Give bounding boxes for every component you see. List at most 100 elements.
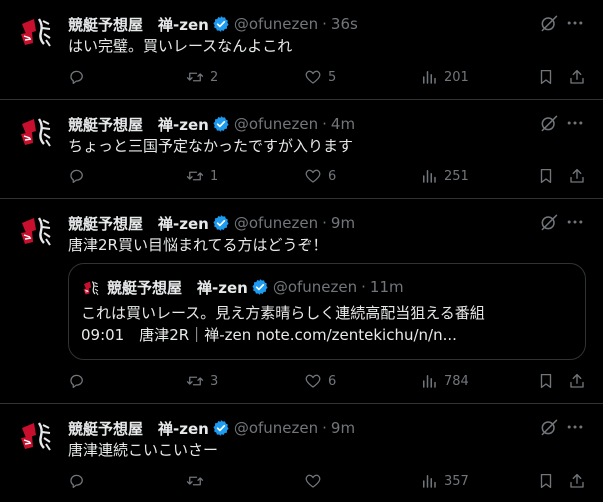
tweet-actions: 357 — [68, 470, 587, 492]
bookmark-icon — [537, 372, 555, 390]
more-options-icon[interactable] — [565, 13, 585, 33]
tweet-actions: 3 6 784 — [68, 370, 587, 392]
reply-button[interactable] — [68, 66, 86, 88]
verified-badge-icon — [212, 419, 230, 437]
more-options-icon[interactable] — [565, 417, 585, 437]
author-name[interactable]: 競艇予想屋 禅-zen — [68, 418, 209, 439]
grok-icon[interactable] — [539, 113, 559, 133]
like-button[interactable]: 5 — [304, 66, 336, 88]
reply-button[interactable] — [68, 165, 86, 187]
tweet-timestamp[interactable]: 36s — [331, 15, 358, 33]
verified-badge-icon — [212, 15, 230, 33]
retweet-button[interactable]: 2 — [186, 66, 218, 88]
author-name[interactable]: 競艇予想屋 禅-zen — [68, 14, 209, 35]
author-handle[interactable]: @ofunezen — [234, 15, 318, 33]
reply-button[interactable] — [68, 370, 86, 392]
share-button[interactable] — [568, 370, 586, 392]
share-button[interactable] — [568, 470, 586, 492]
grok-icon[interactable] — [539, 13, 559, 33]
separator-dot: · — [361, 278, 366, 296]
views-icon — [420, 472, 438, 490]
retweet-count: 1 — [210, 168, 219, 184]
retweet-count: 3 — [210, 373, 219, 389]
tweet-header: 競艇予想屋 禅-zen @ofunezen · 9m — [68, 212, 523, 234]
retweet-icon — [186, 372, 204, 390]
author-handle[interactable]: @ofunezen — [234, 419, 318, 437]
share-icon — [568, 472, 586, 490]
author-handle[interactable]: @ofunezen — [234, 115, 318, 133]
avatar[interactable] — [16, 12, 56, 52]
views-count: 357 — [444, 473, 469, 489]
avatar[interactable] — [16, 112, 56, 152]
bookmark-icon — [537, 68, 555, 86]
share-button[interactable] — [568, 66, 586, 88]
views-button[interactable]: 251 — [420, 165, 469, 187]
reply-icon — [68, 372, 86, 390]
like-button[interactable] — [304, 470, 328, 492]
quoted-text-line: 09:01 唐津2R｜禅-zen note.com/zentekichu/n/n… — [81, 326, 457, 344]
verified-badge-icon — [212, 214, 230, 232]
tweet[interactable]: 競艇予想屋 禅-zen @ofunezen · 36s はい完璧。買いレースなん… — [0, 0, 603, 100]
views-count: 784 — [444, 373, 469, 389]
bookmark-button[interactable] — [537, 165, 555, 187]
retweet-button[interactable] — [186, 470, 210, 492]
bookmark-button[interactable] — [537, 370, 555, 392]
share-icon — [568, 372, 586, 390]
quoted-avatar — [81, 278, 101, 298]
like-icon — [304, 167, 322, 185]
tweet-header: 競艇予想屋 禅-zen @ofunezen · 4m — [68, 113, 523, 135]
reply-icon — [68, 167, 86, 185]
tweet-text: はい完璧。買いレースなんよこれ — [68, 37, 293, 55]
reply-button[interactable] — [68, 470, 86, 492]
views-button[interactable]: 357 — [420, 470, 469, 492]
bookmark-icon — [537, 167, 555, 185]
bookmark-button[interactable] — [537, 66, 555, 88]
views-button[interactable]: 201 — [420, 66, 469, 88]
views-button[interactable]: 784 — [420, 370, 469, 392]
retweet-button[interactable]: 3 — [186, 370, 218, 392]
quoted-timestamp: 11m — [369, 278, 404, 296]
like-count: 5 — [328, 69, 337, 85]
grok-icon[interactable] — [539, 417, 559, 437]
verified-badge-icon — [251, 278, 269, 296]
quoted-text-line: これは買いレース。見え方素晴らしく連続高配当狙える番組 — [81, 304, 485, 322]
tweet[interactable]: 競艇予想屋 禅-zen @ofunezen · 4m ちょっと三国予定なかったで… — [0, 100, 603, 199]
tweet-header: 競艇予想屋 禅-zen @ofunezen · 36s — [68, 13, 523, 35]
separator-dot: · — [322, 115, 327, 133]
bookmark-button[interactable] — [537, 470, 555, 492]
views-icon — [420, 372, 438, 390]
reply-icon — [68, 68, 86, 86]
bookmark-icon — [537, 472, 555, 490]
avatar[interactable] — [16, 211, 56, 251]
separator-dot: · — [322, 15, 327, 33]
more-options-icon[interactable] — [565, 212, 585, 232]
tweet-timestamp[interactable]: 9m — [331, 419, 355, 437]
tweet-actions: 1 6 251 — [68, 165, 587, 187]
views-icon — [420, 68, 438, 86]
more-options-icon[interactable] — [565, 113, 585, 133]
author-name[interactable]: 競艇予想屋 禅-zen — [68, 114, 209, 135]
tweet-text: 唐津連続こいこいさー — [68, 441, 219, 459]
tweet-timestamp[interactable]: 4m — [331, 115, 355, 133]
tweet[interactable]: 競艇予想屋 禅-zen @ofunezen · 9m 唐津2R買い目悩まれてる方… — [0, 199, 603, 404]
tweet-actions: 2 5 201 — [68, 66, 587, 88]
like-icon — [304, 68, 322, 86]
avatar[interactable] — [16, 416, 56, 456]
author-name[interactable]: 競艇予想屋 禅-zen — [68, 213, 209, 234]
retweet-icon — [186, 167, 204, 185]
verified-badge-icon — [212, 115, 230, 133]
share-icon — [568, 167, 586, 185]
like-button[interactable]: 6 — [304, 370, 336, 392]
separator-dot: · — [322, 214, 327, 232]
quoted-author-name: 競艇予想屋 禅-zen — [107, 278, 248, 297]
tweet[interactable]: 競艇予想屋 禅-zen @ofunezen · 9m 唐津連続こいこいさー 35… — [0, 404, 603, 502]
like-count: 6 — [328, 373, 337, 389]
quoted-tweet[interactable]: 競艇予想屋 禅-zen @ofunezen · 11m これは買いレース。見え方… — [68, 263, 586, 360]
retweet-icon — [186, 68, 204, 86]
share-button[interactable] — [568, 165, 586, 187]
author-handle[interactable]: @ofunezen — [234, 214, 318, 232]
like-button[interactable]: 6 — [304, 165, 336, 187]
grok-icon[interactable] — [539, 212, 559, 232]
tweet-timestamp[interactable]: 9m — [331, 214, 355, 232]
retweet-button[interactable]: 1 — [186, 165, 218, 187]
